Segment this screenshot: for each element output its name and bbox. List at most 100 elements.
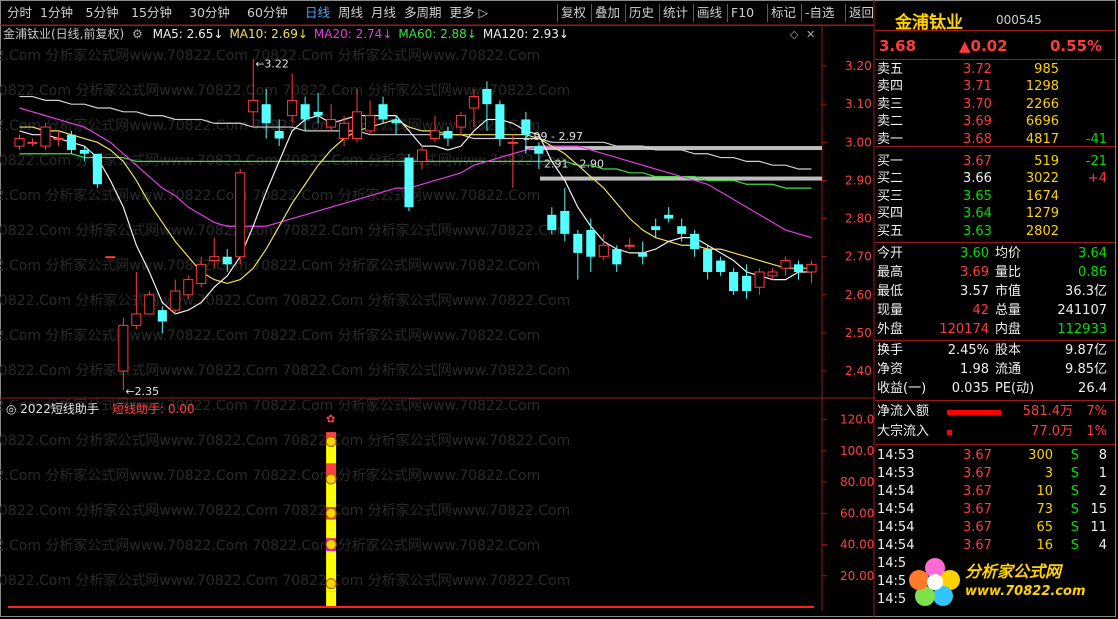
tick-volume: 3 <box>1044 466 1053 481</box>
tick-price: 3.67 <box>963 502 992 517</box>
kline-chart[interactable]: 70822.Com 分析家公式网www.70822.Com 70822.Com … <box>0 0 875 617</box>
tick-price: 3.67 <box>963 466 992 481</box>
tick-volume: 300 <box>1028 448 1053 463</box>
candle-body <box>716 260 726 272</box>
tick-time: 14:54 <box>877 520 915 535</box>
stat-value: 3.60 <box>960 246 989 261</box>
ask-price: 3.70 <box>963 96 992 112</box>
bid-volume: 1279 <box>1025 206 1059 222</box>
stat-value: 42 <box>972 303 989 318</box>
candle-body <box>793 264 804 272</box>
indicator-tick-label: 100.00 <box>840 444 875 458</box>
ask-price: 3.71 <box>963 79 992 95</box>
flow-row: 大宗流入 77.0万 1% <box>877 423 1111 441</box>
tick-row: 14:54 3.67 65 S 11 <box>877 519 1111 537</box>
candle-body <box>118 324 129 372</box>
stat2-label2: 流通 <box>995 362 1022 377</box>
panel-divider-line <box>875 59 1115 60</box>
tick-count: 15 <box>1090 502 1107 517</box>
tick-price: 3.67 <box>963 520 992 535</box>
y-tick-label: 2.80 <box>845 212 872 226</box>
indicator-tick-label: 40.00 <box>840 538 874 552</box>
stat2-value: 0.035 <box>951 381 989 396</box>
watermark-text: 70822.Com 分析家公式网www.70822.Com 70822.Com … <box>0 257 540 274</box>
money-bag-icon <box>325 578 337 590</box>
stat2-label: 净资 <box>877 362 904 377</box>
indicator-title: ◎ 2022短线助手 <box>6 402 99 416</box>
bid-price: 3.65 <box>963 188 992 204</box>
flow-row: 净流入额 581.4万 7% <box>877 403 1111 421</box>
y-tick-label: 2.90 <box>845 173 872 187</box>
tick-volume: 10 <box>1036 484 1053 499</box>
watermark-text: 70822.Com 分析家公式网www.70822.Com 70822.Com … <box>0 502 570 519</box>
stat-value2: 36.3亿 <box>1065 284 1107 299</box>
site-logo: 分析家公式网 www.70822.com <box>905 548 1110 610</box>
tick-side: S <box>1070 502 1079 517</box>
bid-row: 买五 3.63 2802 <box>877 223 1111 241</box>
bid-price: 3.64 <box>963 206 992 222</box>
ask-label: 卖二 <box>877 114 904 130</box>
candle-body <box>651 226 661 231</box>
stat2-label2: 股本 <box>995 343 1022 358</box>
tick-time: 14:5 <box>877 574 907 589</box>
panel-divider-line <box>875 400 1115 401</box>
candle-body <box>352 111 363 140</box>
tick-count: 8 <box>1098 448 1107 463</box>
candle-body <box>664 214 674 219</box>
candle-body <box>586 230 596 257</box>
logo-url: www.70822.com <box>965 584 1086 599</box>
bid-row: 买四 3.64 1279 <box>877 205 1111 223</box>
bid-price: 3.67 <box>963 154 992 169</box>
candle-body <box>378 104 388 120</box>
stat-label: 现量 <box>877 303 904 318</box>
price-change: ▲0.02 <box>959 37 1008 55</box>
candle-body <box>339 122 350 140</box>
stat2-row: 收益(一) 0.035 PE(动) 26.4 <box>877 380 1111 398</box>
candle-body <box>612 249 622 265</box>
ask-volume: 985 <box>1034 62 1059 77</box>
stat-label: 今开 <box>877 246 904 261</box>
tick-side: S <box>1070 466 1079 481</box>
flower-logo-icon <box>909 558 960 606</box>
candle-body <box>274 130 284 139</box>
candle-body <box>754 271 765 288</box>
candle-body <box>677 226 687 234</box>
indicator-tick-label: 20.00 <box>840 569 874 583</box>
ask-row: 卖一 3.68 4817 -41 <box>877 131 1111 149</box>
stat-value2: 3.64 <box>1078 246 1107 261</box>
candle-body <box>560 210 570 234</box>
stat-row: 最低 3.57 市值 36.3亿 <box>877 283 1111 301</box>
candle-body <box>170 290 181 311</box>
bow-icon: ✿ <box>326 413 335 426</box>
ask-price: 3.68 <box>963 131 992 147</box>
candle-body <box>482 88 492 105</box>
flow-bar <box>947 430 953 435</box>
y-tick-label: 2.60 <box>845 288 872 302</box>
candle-body <box>404 157 414 208</box>
tick-side: S <box>1070 448 1079 463</box>
ask-row: 卖三 3.70 2266 <box>877 96 1111 114</box>
candle-body <box>690 233 700 250</box>
candle-body <box>638 252 648 257</box>
y-tick-label: 2.40 <box>845 364 872 378</box>
low-price-label: ←2.35 <box>125 385 159 398</box>
bid-label: 买一 <box>877 154 904 169</box>
candle-body <box>326 118 337 128</box>
tick-row: 14:53 3.67 3 S 1 <box>877 465 1111 483</box>
flow-value: 581.4万 <box>1022 404 1073 419</box>
bid-label: 买五 <box>877 223 904 239</box>
ask-volume: 2266 <box>1025 96 1059 112</box>
tick-volume: 73 <box>1036 502 1053 517</box>
candle-body <box>598 244 609 258</box>
stat2-label: 收益(一) <box>877 381 927 396</box>
stat-row: 最高 3.69 量比 0.86 <box>877 264 1111 282</box>
ma5-line <box>19 114 812 315</box>
stat2-row: 换手 2.45% 股本 9.87亿 <box>877 342 1111 360</box>
tick-side: S <box>1070 484 1079 499</box>
tick-time: 14:54 <box>877 502 915 517</box>
stat2-row: 净资 1.98 流通 9.85亿 <box>877 361 1111 379</box>
bid-row: 买二 3.66 3022 +4 <box>877 170 1111 188</box>
watermark-text: 70822.Com 分析家公式网www.70822.Com 70822.Com … <box>0 572 570 589</box>
watermark-text: 70822.Com 分析家公式网www.70822.Com 70822.Com … <box>0 187 540 204</box>
candle-body <box>703 249 713 272</box>
